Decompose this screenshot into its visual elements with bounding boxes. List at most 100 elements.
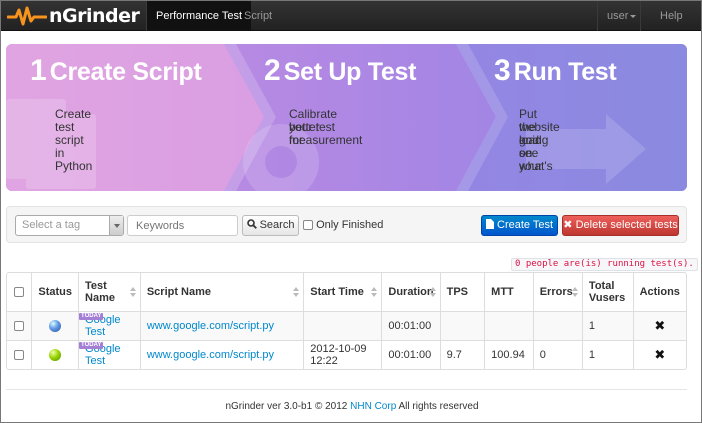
company-link[interactable]: NHN Corp xyxy=(350,401,396,412)
sort-icon[interactable] xyxy=(429,287,436,297)
search-icon xyxy=(246,219,257,229)
step-1-title: Create Script xyxy=(49,58,202,86)
delete-row-icon[interactable]: ✖ xyxy=(654,318,665,333)
step-3-desc-line: going on. xyxy=(519,133,549,160)
step-3-number: 3 xyxy=(494,54,511,87)
vusers-cell: 1 xyxy=(581,311,633,340)
header-script-name-label: Script Name xyxy=(146,286,212,298)
delete-selected-button[interactable]: ✖ Delete selected tests xyxy=(562,215,679,236)
tag-select-placeholder: Select a tag xyxy=(22,219,81,231)
search-button[interactable]: Search xyxy=(242,215,299,236)
file-icon xyxy=(485,219,494,229)
page-footer: nGrinder ver 3.0-b1 © 2012 NHN Corp All … xyxy=(1,401,702,412)
nav-divider xyxy=(640,1,641,31)
errors-cell: 0 xyxy=(532,340,582,369)
header-test-name-label: Test Name xyxy=(85,280,115,304)
only-finished-toggle[interactable]: Only Finished xyxy=(303,215,383,236)
row-checkbox[interactable] xyxy=(14,321,25,332)
today-badge: TODAY xyxy=(79,342,104,349)
tps-cell: 9.7 xyxy=(439,340,485,369)
delete-row-icon[interactable]: ✖ xyxy=(654,347,665,362)
duration-cell: 00:01:00 xyxy=(381,340,440,369)
keywords-input[interactable] xyxy=(127,215,238,236)
footer-rights: All rights reserved xyxy=(398,401,479,412)
mtt-cell xyxy=(484,311,533,340)
header-actions: Actions xyxy=(632,273,686,311)
sort-icon[interactable] xyxy=(571,287,578,297)
footer-divider xyxy=(6,389,687,390)
sort-icon[interactable] xyxy=(129,287,136,297)
header-status: Status xyxy=(31,273,78,311)
user-menu[interactable]: user xyxy=(598,1,645,31)
top-navbar: nGrinder Performance Test Script user He… xyxy=(1,1,701,31)
search-button-label: Search xyxy=(259,219,295,231)
script-name-cell: www.google.com/script.py xyxy=(139,311,304,340)
sort-icon[interactable] xyxy=(293,287,300,297)
create-test-label: Create Test xyxy=(497,219,554,231)
row-checkbox[interactable] xyxy=(14,350,25,361)
step-1-desc-line: Create test script in Python xyxy=(55,107,93,173)
user-label: user xyxy=(607,10,629,22)
header-test-name[interactable]: Test Name xyxy=(78,273,140,311)
header-total-vusers: Total Vusers xyxy=(581,273,633,311)
table-row[interactable]: TODAY Google Test www.google.com/script.… xyxy=(7,311,686,340)
header-script-name[interactable]: Script Name xyxy=(139,273,303,311)
mtt-cell: 100.94 xyxy=(484,340,533,369)
table-row[interactable]: TODAY Google Test www.google.com/script.… xyxy=(7,340,686,369)
start-time-cell: 2012-10-09 12:22 xyxy=(303,340,382,369)
header-start-time-label: Start Time xyxy=(310,286,364,298)
script-name-cell: www.google.com/script.py xyxy=(139,340,304,369)
footer-copyright: nGrinder ver 3.0-b1 © 2012 xyxy=(225,401,348,412)
dropdown-toggle[interactable] xyxy=(109,216,123,235)
tag-select[interactable]: Select a tag xyxy=(15,215,124,236)
errors-cell xyxy=(532,311,582,340)
row-select-cell xyxy=(7,340,32,369)
select-all-cell xyxy=(7,273,31,311)
test-name-cell: TODAY Google Test xyxy=(78,311,140,340)
running-tests-notice: 0 people are(is) running test(s). xyxy=(511,258,698,271)
test-name-cell: TODAY Google Test xyxy=(78,340,140,369)
sort-icon[interactable] xyxy=(371,287,378,297)
start-time-cell xyxy=(303,311,382,340)
status-cell xyxy=(31,340,79,369)
actions-cell: ✖ xyxy=(632,311,686,340)
header-errors[interactable]: Errors xyxy=(532,273,582,311)
nav-script[interactable]: Script xyxy=(235,1,281,31)
step-2-desc-line: better measurement xyxy=(289,120,363,147)
step-2-number: 2 xyxy=(264,54,281,87)
caret-down-icon xyxy=(630,14,637,18)
filter-toolbar: Select a tag Search Only Finished Create… xyxy=(6,206,687,243)
step-1-number: 1 xyxy=(30,54,47,87)
header-duration-label: Duration xyxy=(388,286,434,298)
only-finished-checkbox[interactable] xyxy=(303,220,313,231)
script-link[interactable]: www.google.com/script.py xyxy=(147,349,274,361)
duration-cell: 00:01:00 xyxy=(381,311,440,340)
header-duration[interactable]: Duration xyxy=(381,273,439,311)
tps-cell xyxy=(439,311,485,340)
header-tps: TPS xyxy=(439,273,485,311)
chevron-down-icon xyxy=(114,224,120,228)
row-select-cell xyxy=(7,311,32,340)
help-link[interactable]: Help xyxy=(651,1,692,31)
script-link[interactable]: www.google.com/script.py xyxy=(147,320,274,332)
create-test-button[interactable]: Create Test xyxy=(481,215,558,236)
step-3: 3 Run Test xyxy=(494,54,617,88)
remove-icon: ✖ xyxy=(563,219,573,231)
status-cell xyxy=(31,311,79,340)
step-1: 1 Create Script xyxy=(30,54,202,88)
delete-selected-label: Delete selected tests xyxy=(575,219,678,231)
header-start-time[interactable]: Start Time xyxy=(303,273,381,311)
step-2: 2 Set Up Test xyxy=(264,54,416,88)
brand-name: nGrinder xyxy=(49,5,140,27)
table-header-row: Status Test Name Script Name Start Time … xyxy=(7,273,686,311)
select-all-checkbox[interactable] xyxy=(14,287,25,298)
brand-logo[interactable]: nGrinder xyxy=(7,5,140,27)
steps-banner: 1 Create Script Create test script in Py… xyxy=(6,44,687,191)
only-finished-label: Only Finished xyxy=(316,219,384,231)
status-ready-icon xyxy=(49,320,62,333)
header-errors-label: Errors xyxy=(539,286,573,298)
today-badge: TODAY xyxy=(79,313,104,320)
status-finished-icon xyxy=(49,349,62,362)
test-list-table: Status Test Name Script Name Start Time … xyxy=(6,272,687,370)
step-3-title: Run Test xyxy=(513,58,617,86)
